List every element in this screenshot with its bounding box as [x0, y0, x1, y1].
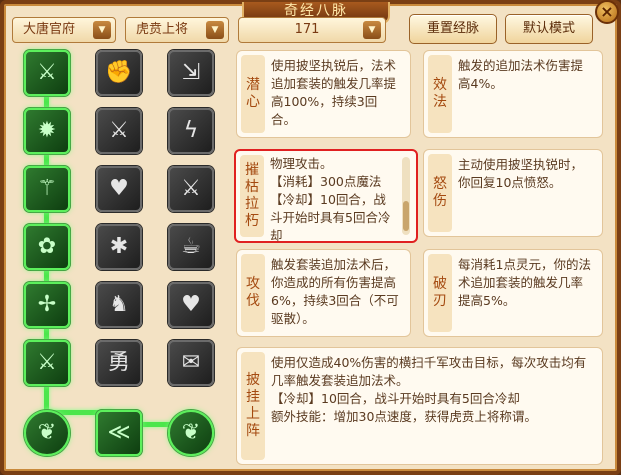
card-name: 潜 心 [241, 55, 265, 133]
default-mode-button[interactable]: 默认模式 [505, 14, 593, 44]
skill-tree: ⚔ ✊ ⇲ ✹ ⚔ ϟ ⚚ ♥ ⚔ ✿ ✱ ☕ ✢ ♞ ♥ ⚔ 勇 ✉ ❦ ≪ … [12, 48, 225, 466]
skill-icon-3-2[interactable]: ♥ [96, 166, 142, 212]
skill-icon-6-1[interactable]: ⚔ [24, 340, 70, 386]
card-desc: 每消耗1点灵元，你的法术追加套装的触发几率提高5%。 [458, 257, 591, 308]
skill-icon-2-1[interactable]: ✹ [24, 108, 70, 154]
skill-icon-1-2[interactable]: ✊ [96, 50, 142, 96]
meridian-card-nushang[interactable]: 怒 伤 主动使用披坚执锐时，你回复10点愤怒。 [423, 149, 603, 237]
meridian-card-poren[interactable]: 破 刃 每消耗1点灵元，你的法术追加套装的触发几率提高5%。 [423, 249, 603, 337]
sect-dropdown[interactable]: 大唐官府 ▼ [12, 17, 116, 43]
skill-icon-4-1[interactable]: ✿ [24, 224, 70, 270]
card-desc: 物理攻击。 【消耗】300点魔法 【冷却】10回合，战斗开始时具有5回合冷却 [270, 156, 391, 243]
reset-meridian-button[interactable]: 重置经脉 [409, 14, 497, 44]
card-desc: 使用仅造成40%伤害的横扫千军攻击目标，每次攻击均有几率触发套装追加法术。 【冷… [271, 355, 587, 424]
skill-icon-3-1[interactable]: ⚚ [24, 166, 70, 212]
school-dropdown[interactable]: 虎贲上将 ▼ [125, 17, 229, 43]
card-name: 摧 枯 拉 朽 [240, 155, 264, 237]
points-dropdown[interactable]: 171 ▼ [238, 17, 386, 43]
card-name: 效 法 [428, 55, 452, 133]
skill-icon-7-2[interactable]: ≪ [96, 410, 142, 456]
scrollbar-thumb[interactable] [403, 201, 409, 231]
meridian-card-xiaofa[interactable]: 效 法 触发的追加法术伤害提高4%。 [423, 50, 603, 138]
skill-icon-7-1[interactable]: ❦ [24, 410, 70, 456]
chevron-down-icon: ▼ [363, 21, 381, 39]
skill-icon-4-3[interactable]: ☕ [168, 224, 214, 270]
card-desc: 触发的追加法术伤害提高4%。 [458, 58, 584, 91]
skill-icon-5-1[interactable]: ✢ [24, 282, 70, 328]
sect-value: 大唐官府 [23, 22, 76, 37]
meridian-card-gongfa[interactable]: 攻 伐 触发套装追加法术后，你造成的所有伤害提高6%，持续3回合（不可驱散）。 [236, 249, 411, 337]
skill-icon-1-3[interactable]: ⇲ [168, 50, 214, 96]
meridian-card-cuikulaxiu[interactable]: 摧 枯 拉 朽 物理攻击。 【消耗】300点魔法 【冷却】10回合，战斗开始时具… [234, 149, 418, 243]
scrollbar[interactable] [402, 157, 410, 235]
card-name: 攻 伐 [241, 254, 265, 332]
skill-icon-1-1[interactable]: ⚔ [24, 50, 70, 96]
skill-icon-2-2[interactable]: ⚔ [96, 108, 142, 154]
close-button[interactable]: × [595, 0, 619, 24]
skill-icon-2-3[interactable]: ϟ [168, 108, 214, 154]
meridian-card-piguashangzhen[interactable]: 披 挂 上 阵 使用仅造成40%伤害的横扫千军攻击目标，每次攻击均有几率触发套装… [236, 347, 603, 465]
card-name: 破 刃 [428, 254, 452, 332]
skill-icon-7-3[interactable]: ❦ [168, 410, 214, 456]
card-name: 披 挂 上 阵 [241, 352, 265, 460]
skill-icon-5-3[interactable]: ♥ [168, 282, 214, 328]
card-desc: 使用披坚执锐后，法术追加套装的触发几率提高100%，持续3回合。 [271, 58, 397, 127]
skill-icon-6-3[interactable]: ✉ [168, 340, 214, 386]
skill-icon-5-2[interactable]: ♞ [96, 282, 142, 328]
chevron-down-icon: ▼ [93, 21, 111, 39]
skill-icon-4-2[interactable]: ✱ [96, 224, 142, 270]
card-desc: 触发套装追加法术后，你造成的所有伤害提高6%，持续3回合（不可驱散）。 [271, 257, 399, 326]
card-desc: 主动使用披坚执锐时，你回复10点愤怒。 [458, 157, 584, 190]
meridian-card-qianxin[interactable]: 潜 心 使用披坚执锐后，法术追加套装的触发几率提高100%，持续3回合。 [236, 50, 411, 138]
school-value: 虎贲上将 [136, 22, 189, 37]
skill-icon-3-3[interactable]: ⚔ [168, 166, 214, 212]
card-name: 怒 伤 [428, 154, 452, 232]
chevron-down-icon: ▼ [206, 21, 224, 39]
skill-icon-6-2[interactable]: 勇 [96, 340, 142, 386]
